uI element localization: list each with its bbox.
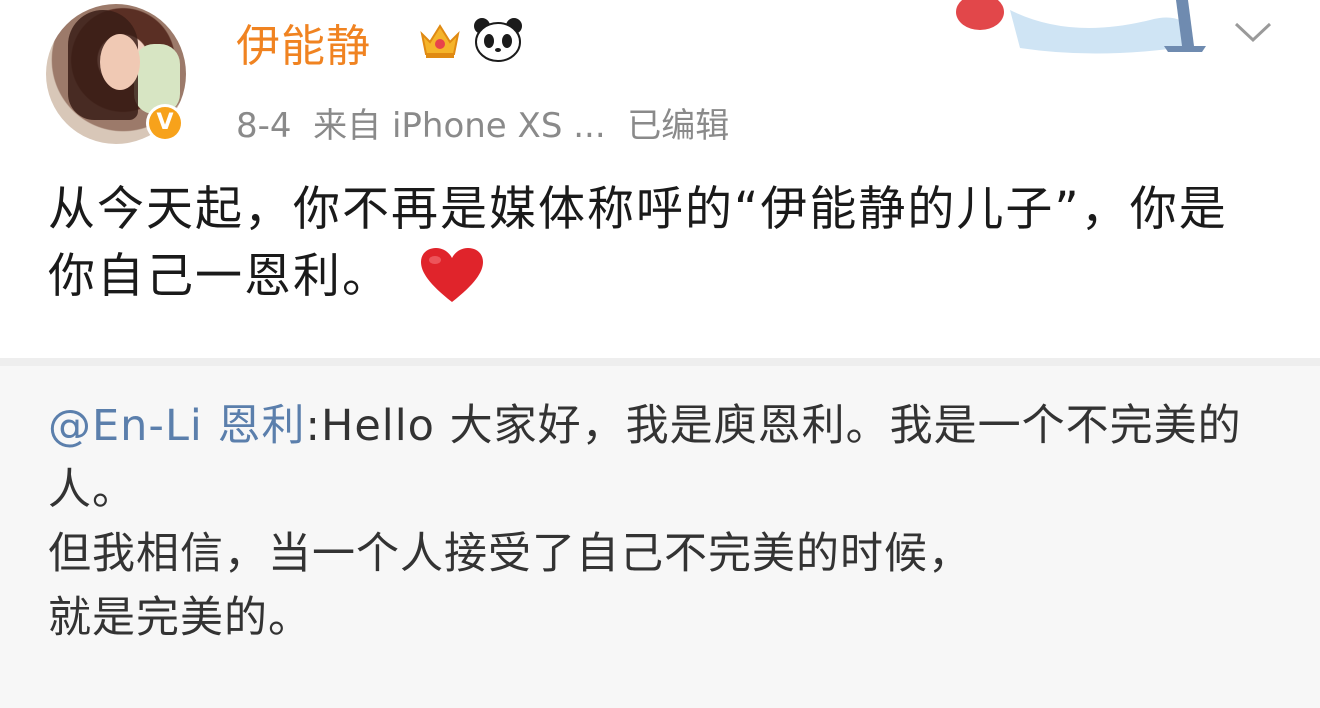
chevron-down-icon[interactable]	[1232, 18, 1274, 46]
repost-text: @En-Li 恩利:Hello 大家好，我是庾恩利。我是一个不完美的人。 但我相…	[48, 394, 1273, 650]
repost-line3: 就是完美的。	[48, 593, 312, 643]
repost-line2: 但我相信，当一个人接受了自己不完美的时候，	[48, 529, 972, 579]
panda-icon[interactable]	[472, 16, 524, 64]
festival-banner-decoration	[956, 0, 1206, 54]
heart-icon	[421, 248, 483, 302]
weibo-post: V 伊能静 8-4 来自 iPhone XS ... 已编辑 从今天起，你不再是…	[0, 0, 1320, 358]
post-meta: 8-4 来自 iPhone XS ... 已编辑	[236, 106, 730, 146]
vip-crown-icon[interactable]	[418, 20, 462, 60]
section-divider	[0, 358, 1320, 366]
reposted-content[interactable]: @En-Li 恩利:Hello 大家好，我是庾恩利。我是一个不完美的人。 但我相…	[0, 366, 1320, 708]
post-text: 从今天起，你不再是媒体称呼的“伊能静的儿子”，你是你自己一恩利。	[48, 176, 1258, 310]
mention-link[interactable]: @En-Li 恩利	[48, 401, 306, 451]
username[interactable]: 伊能静	[236, 10, 371, 74]
verified-badge-icon: V	[146, 104, 184, 142]
post-text-content: 从今天起，你不再是媒体称呼的“伊能静的儿子”，你是你自己一恩利。	[48, 182, 1228, 304]
